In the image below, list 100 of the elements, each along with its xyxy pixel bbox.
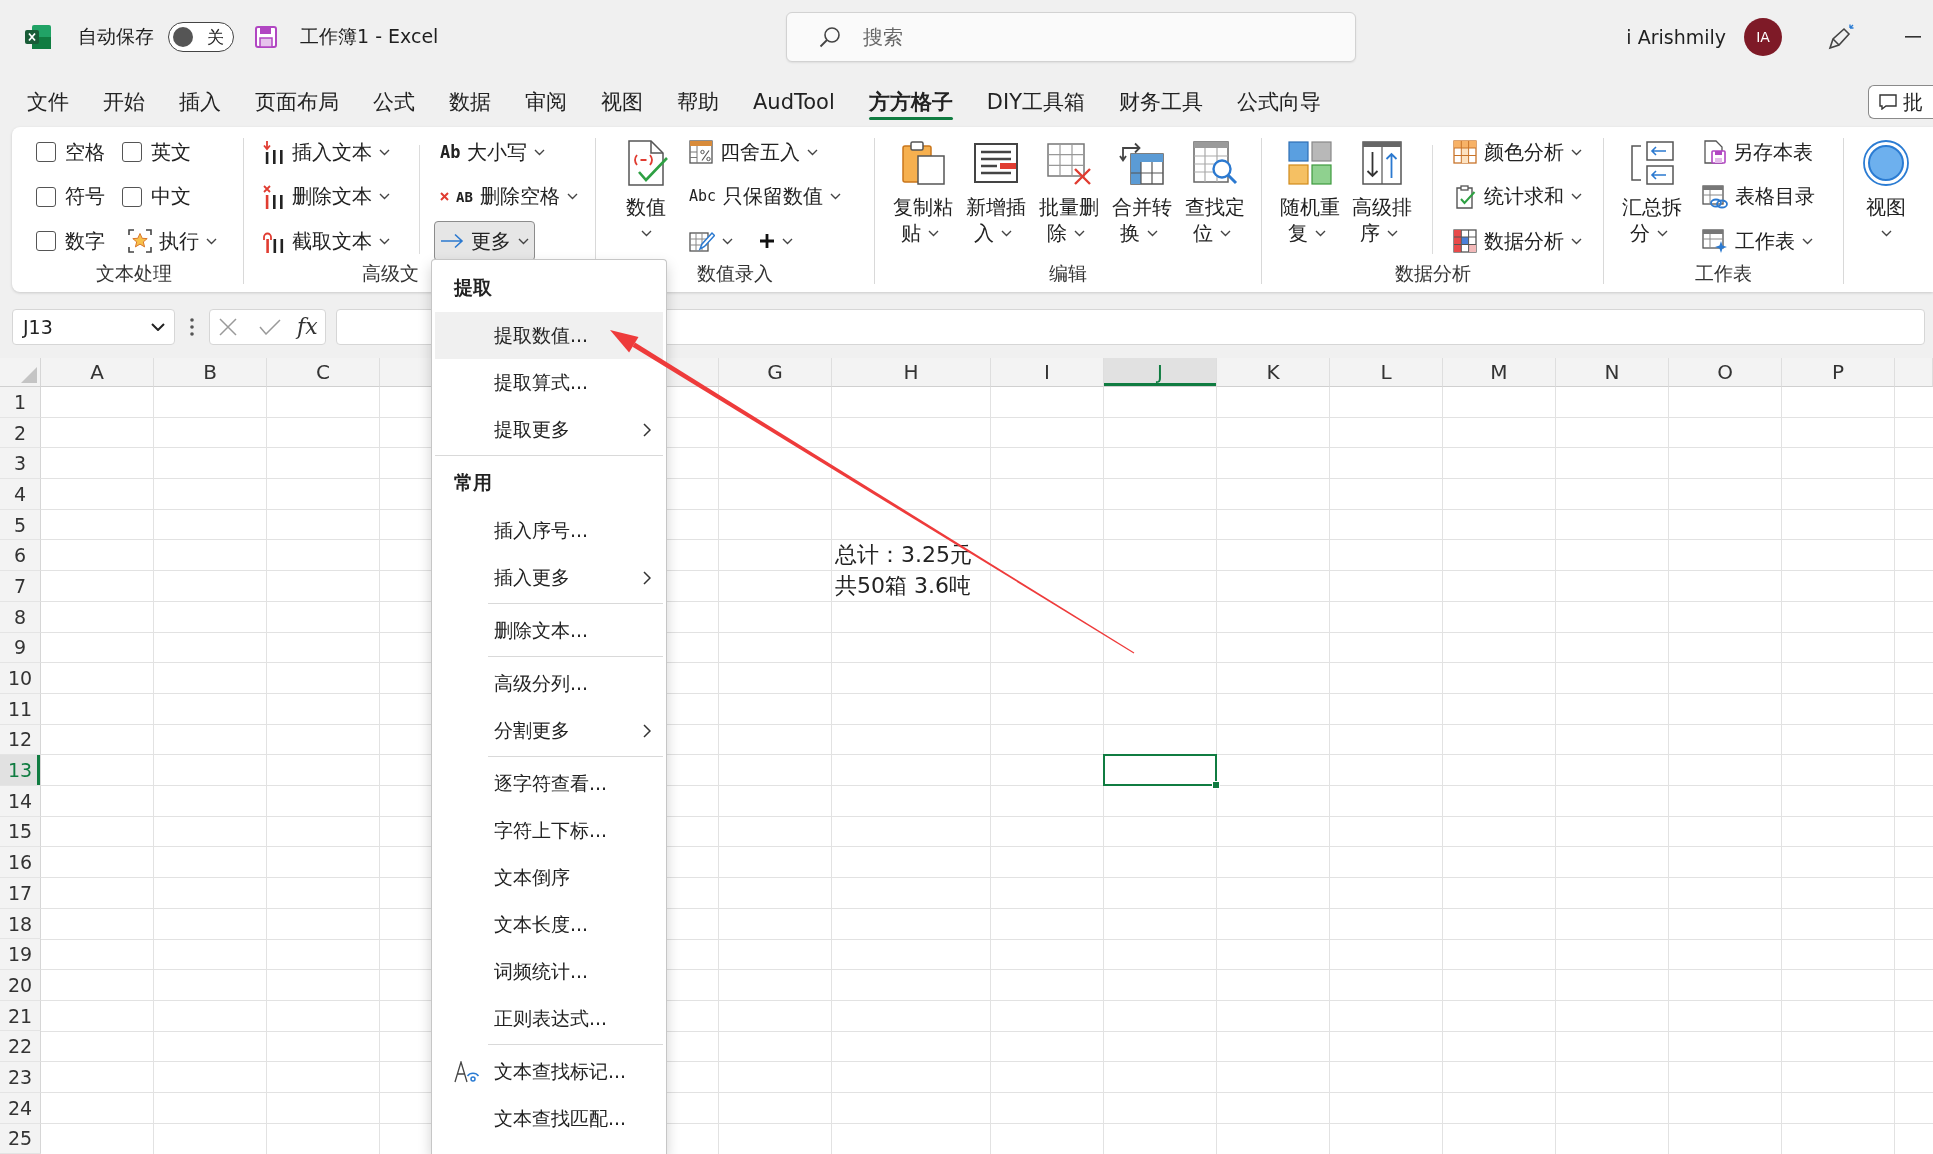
menu-item[interactable]: 文本倒序 xyxy=(435,854,663,901)
row-header[interactable]: 2 xyxy=(0,417,41,449)
ribbon-button[interactable]: 工作表 xyxy=(1696,221,1819,261)
column-header[interactable]: L xyxy=(1330,358,1443,387)
row-header[interactable]: 11 xyxy=(0,693,41,725)
avatar[interactable]: IA xyxy=(1744,18,1782,56)
column-header[interactable]: H xyxy=(832,358,991,387)
name-box[interactable]: J13 xyxy=(12,308,175,345)
ribbon-button[interactable]: 批量删除 xyxy=(1032,132,1105,261)
column-header[interactable]: B xyxy=(154,358,267,387)
insert-function-button[interactable]: fx xyxy=(295,314,320,339)
menu-item[interactable]: 提取算式... xyxy=(435,359,663,406)
column-header[interactable]: A xyxy=(41,358,154,387)
row-header[interactable]: 9 xyxy=(0,632,41,664)
row-header[interactable]: 12 xyxy=(0,724,41,756)
ribbon-tab[interactable]: 审阅 xyxy=(508,82,584,122)
row-header[interactable]: 18 xyxy=(0,908,41,940)
ribbon-button[interactable]: 新增插入 xyxy=(959,132,1032,261)
ribbon-tab[interactable]: 公式向导 xyxy=(1220,82,1338,122)
toggle-switch[interactable]: 关 xyxy=(168,22,234,52)
column-header[interactable]: O xyxy=(1669,358,1782,387)
row-header[interactable]: 3 xyxy=(0,448,41,480)
row-header[interactable]: 22 xyxy=(0,1031,41,1063)
ribbon-button[interactable]: 表格目录 xyxy=(1696,176,1821,217)
row-header[interactable]: 7 xyxy=(0,571,41,602)
ribbon-tab[interactable]: 财务工具 xyxy=(1102,82,1220,122)
ribbon-button[interactable]: 高级排序 xyxy=(1346,132,1418,261)
row-header[interactable]: 10 xyxy=(0,663,41,694)
ribbon-button[interactable]: 颜色分析 xyxy=(1447,132,1588,172)
ribbon-tab[interactable]: 数据 xyxy=(432,82,508,122)
ribbon-button[interactable]: 数值 xyxy=(612,132,680,261)
menu-item[interactable]: 字符上下标... xyxy=(435,807,663,854)
checkbox[interactable] xyxy=(36,142,56,162)
ribbon-tab[interactable]: AudTool xyxy=(736,82,852,122)
row-header[interactable]: 19 xyxy=(0,939,41,971)
column-header[interactable]: J xyxy=(1104,358,1217,387)
row-header[interactable]: 1 xyxy=(0,387,41,418)
pen-icon[interactable] xyxy=(1828,24,1854,50)
save-icon[interactable] xyxy=(255,26,277,48)
row-header[interactable]: 4 xyxy=(0,479,41,510)
ribbon-tab[interactable]: DIY工具箱 xyxy=(969,82,1102,122)
column-header[interactable]: G xyxy=(719,358,832,387)
menu-item[interactable]: 删除文本... xyxy=(435,607,663,654)
ribbon-tab[interactable]: 视图 xyxy=(584,82,660,122)
menu-item[interactable]: 高级分列... xyxy=(435,660,663,707)
ribbon-button[interactable]: 数据分析 xyxy=(1447,221,1588,261)
ribbon-button[interactable]: 合并转换 xyxy=(1105,132,1178,261)
column-header[interactable]: K xyxy=(1217,358,1330,387)
row-header[interactable]: 16 xyxy=(0,847,41,878)
ribbon-button[interactable]: 视图 xyxy=(1850,132,1922,261)
more-icon[interactable] xyxy=(190,317,194,336)
checkbox[interactable] xyxy=(122,186,142,207)
ribbon-button[interactable]: 查找定位 xyxy=(1178,132,1251,261)
column-header[interactable]: M xyxy=(1443,358,1556,387)
ribbon-tab[interactable]: 公式 xyxy=(356,82,432,122)
row-header[interactable]: 23 xyxy=(0,1062,41,1093)
menu-item[interactable]: 文本查找标记... xyxy=(435,1048,663,1095)
ribbon-button[interactable]: 复制粘贴 xyxy=(886,132,959,261)
column-header[interactable]: I xyxy=(991,358,1104,387)
row-header[interactable]: 15 xyxy=(0,816,41,848)
row-header[interactable]: 24 xyxy=(0,1092,41,1124)
row-header[interactable]: 20 xyxy=(0,970,41,1001)
checkbox[interactable] xyxy=(36,186,56,207)
ribbon-button[interactable]: 汇总拆分 xyxy=(1616,132,1688,261)
ribbon-button[interactable]: Abc 只保留数值 xyxy=(683,176,848,217)
column-header[interactable]: P xyxy=(1782,358,1895,387)
menu-item[interactable]: 插入序号... xyxy=(435,507,663,554)
row-header[interactable]: 14 xyxy=(0,785,41,817)
search-field[interactable]: 搜索 xyxy=(786,12,1356,62)
ribbon-button[interactable]: 插入文本 xyxy=(257,132,396,172)
ribbon-tab[interactable]: 开始 xyxy=(86,82,162,122)
ribbon-tab[interactable]: 帮助 xyxy=(660,82,736,122)
menu-item[interactable]: 文本长度... xyxy=(435,901,663,948)
row-header[interactable]: 6 xyxy=(0,540,41,572)
ribbon-tab[interactable]: 页面布局 xyxy=(238,82,356,122)
ribbon-button[interactable]: 四舍五入 xyxy=(683,132,824,172)
checkbox[interactable] xyxy=(36,231,56,251)
column-header[interactable]: N xyxy=(1556,358,1669,387)
ribbon-button[interactable]: Ab 大小写 xyxy=(434,132,552,172)
minimize-icon[interactable] xyxy=(1905,36,1921,38)
ribbon-button[interactable]: 统计求和 xyxy=(1447,176,1588,217)
ribbon-tab[interactable]: 方方格子 xyxy=(851,82,970,122)
row-header[interactable]: 13 xyxy=(0,755,41,786)
menu-item[interactable]: 分割更多 xyxy=(435,707,663,754)
row-header[interactable]: 25 xyxy=(0,1123,41,1154)
menu-item[interactable]: 文本查找匹配... xyxy=(435,1095,663,1142)
comments-button[interactable]: 批 xyxy=(1868,85,1933,119)
row-header[interactable]: 17 xyxy=(0,878,41,909)
menu-item[interactable]: 提取数值... xyxy=(435,312,663,359)
menu-item[interactable]: 词频统计... xyxy=(435,948,663,995)
ribbon-button[interactable]: 执行 xyxy=(122,221,223,261)
row-header[interactable]: 8 xyxy=(0,601,41,633)
column-header[interactable]: C xyxy=(267,358,380,387)
ribbon-button[interactable]: AB 删除空格 xyxy=(434,176,584,217)
ribbon-button[interactable]: 截取文本 xyxy=(257,221,396,261)
ribbon-tab[interactable]: 插入 xyxy=(162,82,238,122)
menu-item[interactable]: 逐字符查看... xyxy=(435,760,663,807)
checkbox[interactable] xyxy=(122,142,142,162)
ribbon-button[interactable]: 删除文本 xyxy=(257,176,396,217)
menu-item[interactable]: 提取更多 xyxy=(435,406,663,453)
